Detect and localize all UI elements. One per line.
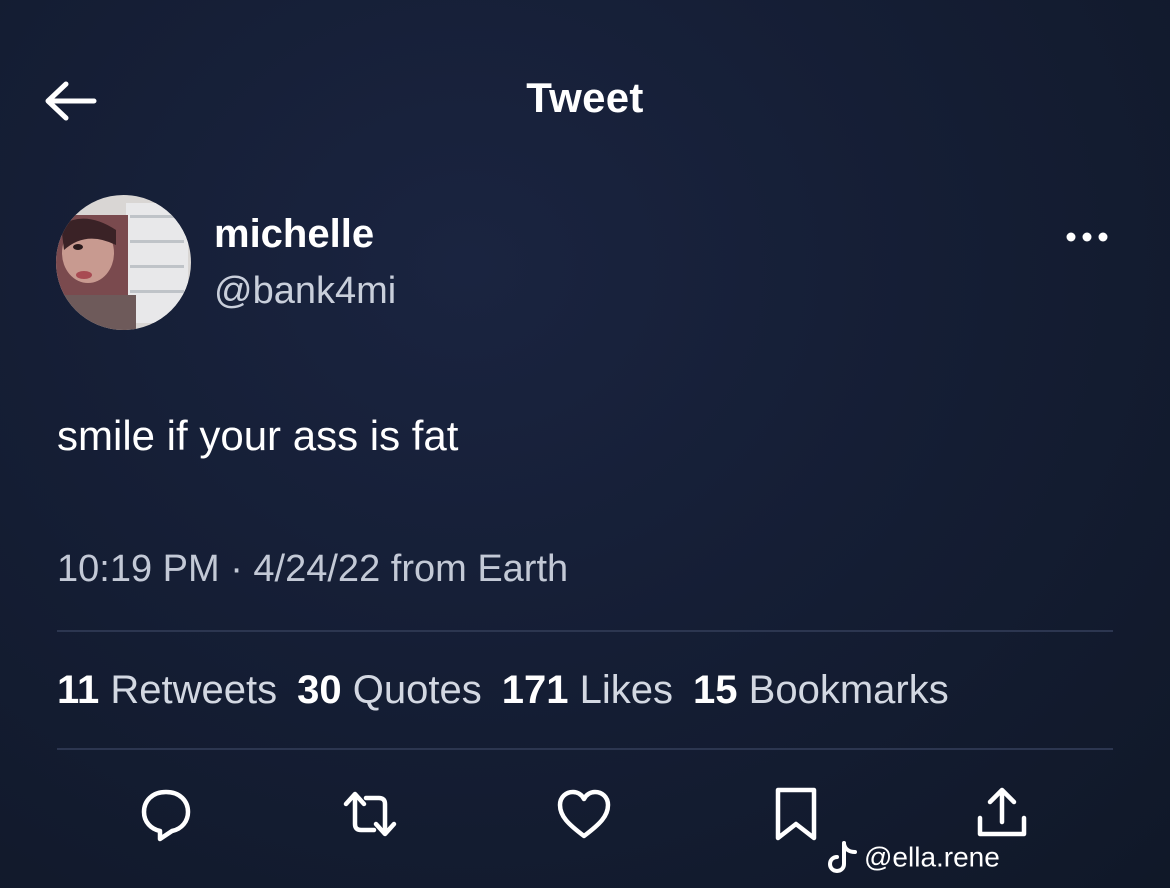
stat-count: 11	[57, 668, 100, 712]
retweet-icon	[343, 791, 397, 837]
tiktok-logo-icon	[828, 840, 857, 873]
like-icon	[557, 789, 611, 839]
reply-button[interactable]	[136, 784, 196, 844]
stat-count: 171	[501, 668, 569, 712]
author-handle[interactable]: @bank4mi	[214, 270, 396, 313]
stat-retweets[interactable]: 11 Retweets	[57, 668, 277, 713]
stat-label: Bookmarks	[748, 668, 949, 712]
like-button[interactable]	[554, 784, 614, 844]
engagement-stats: 11 Retweets 30 Quotes 171 Likes 15 Bookm…	[57, 668, 969, 713]
reply-icon	[141, 789, 191, 842]
stat-count: 30	[297, 668, 342, 712]
watermark-text: @ella.rene	[864, 841, 1000, 873]
divider-top	[57, 630, 1113, 632]
page-title: Tweet	[526, 74, 644, 121]
more-button[interactable]	[1062, 222, 1112, 252]
stat-count: 15	[693, 668, 738, 712]
top-bar: Tweet	[0, 0, 1170, 200]
stat-label: Quotes	[352, 668, 482, 712]
tweet-timestamp: 10:19 PM · 4/24/22 from Earth	[57, 548, 569, 590]
tweet-text: smile if your ass is fat	[57, 412, 459, 459]
stat-bookmarks[interactable]: 15 Bookmarks	[693, 668, 949, 713]
share-icon	[977, 787, 1027, 837]
stat-label: Retweets	[110, 668, 278, 712]
bookmark-button[interactable]	[766, 784, 826, 844]
author-display-name[interactable]: michelle	[214, 212, 374, 257]
stat-likes[interactable]: 171 Likes	[502, 668, 673, 713]
share-button[interactable]	[972, 784, 1032, 844]
stat-quotes[interactable]: 30 Quotes	[297, 668, 482, 713]
more-horizontal-icon	[1066, 232, 1108, 242]
divider-bottom	[57, 748, 1113, 750]
tiktok-watermark: @ella.rene	[828, 840, 1000, 875]
avatar[interactable]	[56, 195, 191, 330]
bookmark-icon	[775, 787, 817, 841]
stat-label: Likes	[579, 668, 674, 712]
retweet-button[interactable]	[340, 784, 400, 844]
